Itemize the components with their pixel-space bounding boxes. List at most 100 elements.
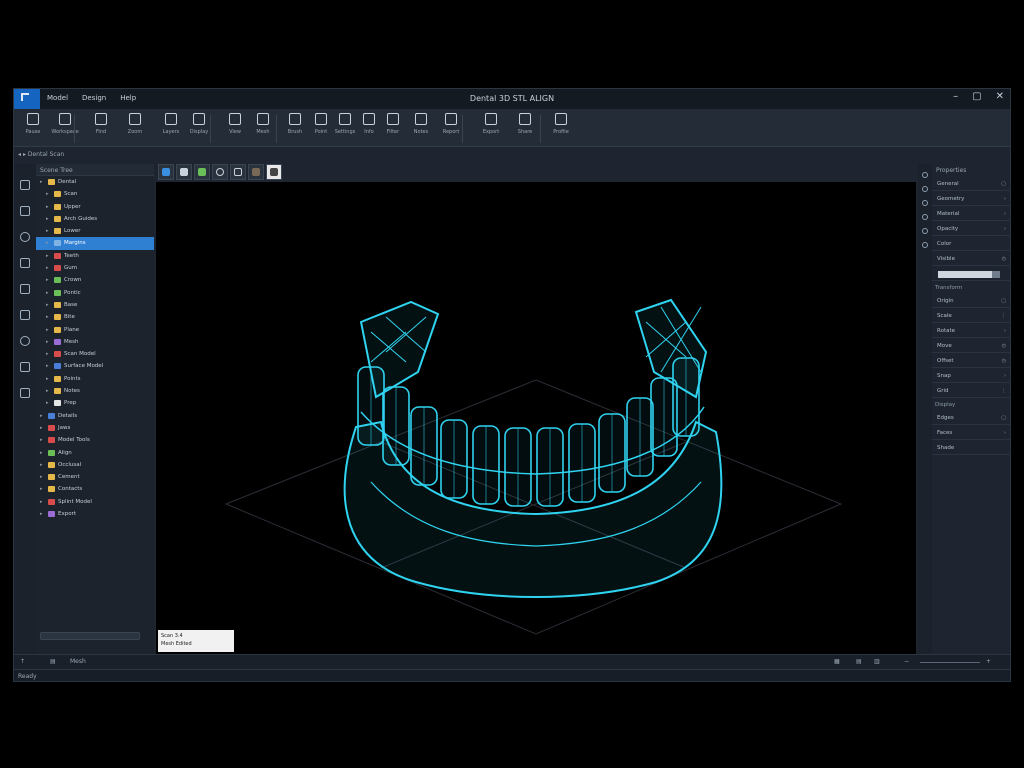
tree-item[interactable]: ▸ Arch Guides: [36, 213, 154, 225]
chevron-right-icon[interactable]: ▸: [40, 511, 43, 517]
tree-item[interactable]: ▸ Base: [36, 299, 154, 311]
ribbon-button-3[interactable]: Zoom: [118, 113, 152, 135]
ribbon-button-15[interactable]: Export: [474, 113, 508, 135]
tool-icon[interactable]: [922, 186, 928, 192]
chevron-right-icon[interactable]: ▸: [40, 499, 43, 505]
property-row[interactable]: Opacity ›: [932, 221, 1010, 236]
ribbon-button-16[interactable]: Share: [508, 113, 542, 135]
ribbon-button-13[interactable]: Notes: [404, 113, 438, 135]
chevron-right-icon[interactable]: ▸: [46, 216, 49, 222]
property-row[interactable]: Material ›: [932, 206, 1010, 221]
shape-tool-button[interactable]: [158, 164, 174, 180]
tree-item[interactable]: ▸ Cement: [36, 471, 154, 483]
tree-item[interactable]: ▸ Occlusal: [36, 459, 154, 471]
tree-item[interactable]: ▸ Pontic: [36, 287, 154, 299]
property-control-icon[interactable]: ⋮: [1001, 313, 1006, 319]
property-row[interactable]: Faces ›: [932, 425, 1010, 440]
back-icon[interactable]: ◂: [18, 151, 21, 158]
property-row[interactable]: Rotate ›: [932, 323, 1010, 338]
chevron-right-icon[interactable]: ▸: [46, 327, 49, 333]
files-icon[interactable]: [20, 180, 30, 190]
chevron-right-icon[interactable]: ▸: [46, 228, 49, 234]
property-row[interactable]: General ▢: [932, 176, 1010, 191]
tool-icon[interactable]: [922, 214, 928, 220]
property-row[interactable]: Snap ›: [932, 368, 1010, 383]
forward-icon[interactable]: ▸: [23, 151, 26, 158]
chevron-right-icon[interactable]: ▸: [46, 290, 49, 296]
property-row[interactable]: Shade: [932, 440, 1010, 455]
target-icon[interactable]: [20, 232, 30, 242]
chevron-right-icon[interactable]: ▸: [46, 351, 49, 357]
zoom-out-icon[interactable]: −: [904, 658, 909, 665]
chevron-right-icon[interactable]: ▸: [40, 450, 43, 456]
property-row[interactable]: Offset ◷: [932, 353, 1010, 368]
tree-item[interactable]: ▸ Scan: [36, 188, 154, 200]
layers-icon[interactable]: [20, 206, 30, 216]
tree-item[interactable]: ▸ Gum: [36, 262, 154, 274]
chevron-right-icon[interactable]: ▸: [40, 179, 43, 185]
maximize-icon[interactable]: ▢: [972, 91, 981, 102]
ribbon-button-0[interactable]: Pause: [16, 113, 50, 135]
chevron-right-icon[interactable]: ▸: [40, 486, 43, 492]
property-row[interactable]: Grid ⋮: [932, 383, 1010, 398]
layout-icon[interactable]: ▤: [50, 658, 56, 665]
property-control-icon[interactable]: ◷: [1002, 343, 1006, 349]
chevron-right-icon[interactable]: ▸: [46, 191, 49, 197]
tool-icon[interactable]: [922, 228, 928, 234]
ribbon-button-7[interactable]: Mesh: [246, 113, 280, 135]
tree-item[interactable]: ▸ Export: [36, 508, 154, 520]
property-row[interactable]: Color: [932, 236, 1010, 251]
property-control-icon[interactable]: ▢: [1001, 298, 1006, 304]
ribbon-button-1[interactable]: Workspace: [48, 113, 82, 135]
chevron-right-icon[interactable]: ▸: [46, 376, 49, 382]
color-slider[interactable]: [932, 266, 1010, 281]
chevron-right-icon[interactable]: ▸: [40, 437, 43, 443]
property-row[interactable]: Scale ⋮: [932, 308, 1010, 323]
chevron-right-icon[interactable]: ▸: [40, 462, 43, 468]
chevron-right-icon[interactable]: ▸: [46, 363, 49, 369]
select-tool-button[interactable]: [176, 164, 192, 180]
tree-item[interactable]: ▸ Splint Model: [36, 496, 154, 508]
property-control-icon[interactable]: ›: [1004, 430, 1006, 436]
dental-arch-mesh[interactable]: [156, 182, 916, 654]
tree-item[interactable]: ▸ Crown: [36, 274, 154, 286]
zoom-in-icon[interactable]: +: [986, 658, 991, 665]
tree-scrollbar[interactable]: [40, 632, 140, 640]
tree-item[interactable]: ▸ Align: [36, 447, 154, 459]
property-control-icon[interactable]: ›: [1004, 226, 1006, 232]
chevron-right-icon[interactable]: ▸: [46, 388, 49, 394]
chevron-right-icon[interactable]: ▸: [46, 265, 49, 271]
property-control-icon[interactable]: ▢: [1001, 415, 1006, 421]
tree-item[interactable]: ▸ Upper: [36, 201, 154, 213]
property-control-icon[interactable]: ▢: [1001, 181, 1006, 187]
breadcrumb-path[interactable]: Dental Scan: [28, 151, 64, 158]
tree-item[interactable]: ▸ Mesh: [36, 336, 154, 348]
property-control-icon[interactable]: ›: [1004, 211, 1006, 217]
light-tool-button[interactable]: [266, 164, 282, 180]
tree-item[interactable]: ▸ Lower: [36, 225, 154, 237]
property-row[interactable]: Geometry ›: [932, 191, 1010, 206]
chevron-right-icon[interactable]: ▸: [46, 277, 49, 283]
color-tool-button[interactable]: [194, 164, 210, 180]
ribbon-button-2[interactable]: Find: [84, 113, 118, 135]
tool-icon[interactable]: [922, 200, 928, 206]
tree-item[interactable]: ▸ Contacts: [36, 483, 154, 495]
chevron-right-icon[interactable]: ▸: [40, 425, 43, 431]
tree-item[interactable]: ▸ Margins: [36, 237, 154, 250]
brush-icon[interactable]: [20, 258, 30, 268]
property-row[interactable]: Edges ▢: [932, 410, 1010, 425]
chevron-right-icon[interactable]: ▸: [46, 314, 49, 320]
report-icon[interactable]: [20, 388, 30, 398]
tool-icon[interactable]: [922, 172, 928, 178]
chevron-right-icon[interactable]: ▸: [46, 302, 49, 308]
chevron-right-icon[interactable]: ▸: [46, 339, 49, 345]
group-transform[interactable]: Transform: [932, 281, 1010, 293]
tree-item[interactable]: ▸ Scan Model: [36, 348, 154, 360]
list-view-icon[interactable]: ▤: [856, 658, 862, 665]
property-control-icon[interactable]: ⋮: [1001, 388, 1006, 394]
up-arrow-icon[interactable]: ↑: [20, 658, 25, 665]
property-control-icon[interactable]: ◷: [1002, 358, 1006, 364]
property-row[interactable]: Origin ▢: [932, 293, 1010, 308]
property-control-icon[interactable]: ◷: [1002, 256, 1006, 262]
chevron-right-icon[interactable]: ▸: [46, 400, 49, 406]
